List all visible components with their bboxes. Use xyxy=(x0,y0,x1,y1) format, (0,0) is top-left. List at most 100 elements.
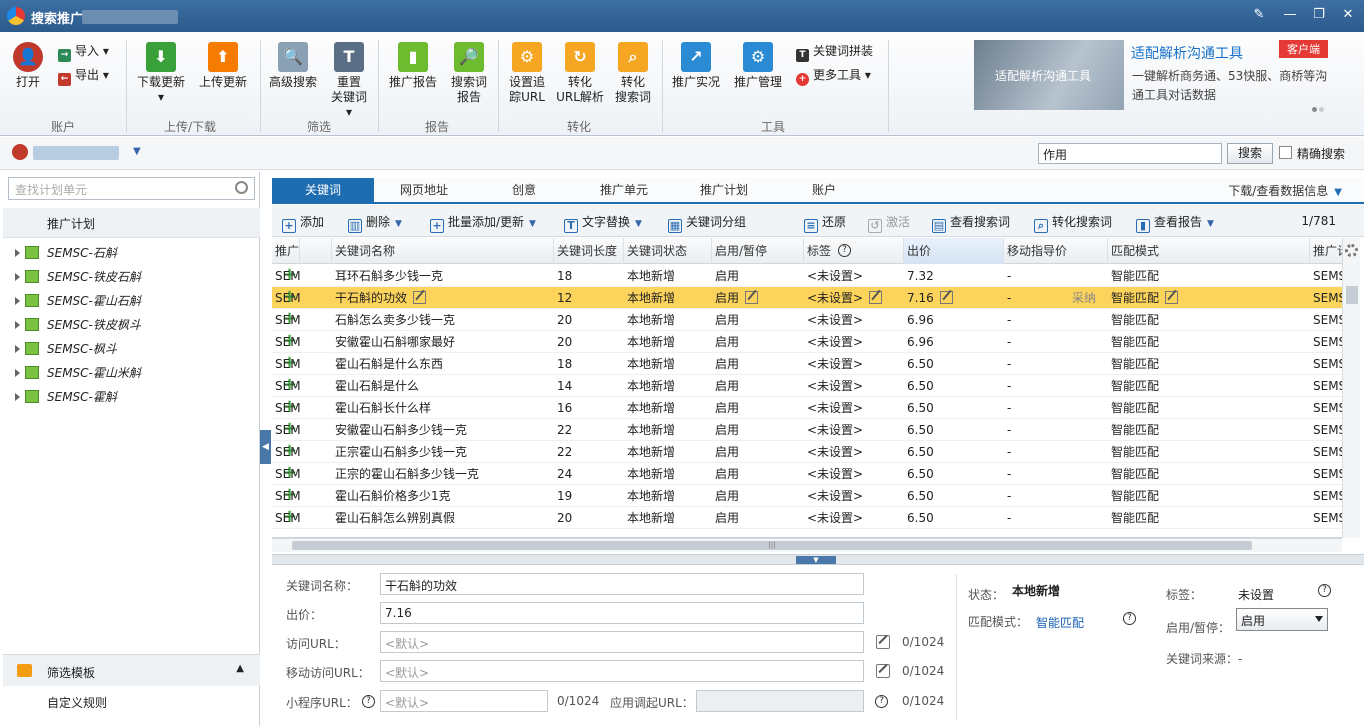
account-selector[interactable] xyxy=(33,146,119,160)
table-cell[interactable]: 本地新增 xyxy=(624,331,712,353)
custom-rule-item[interactable]: 自定义规则 xyxy=(3,694,260,711)
table-row[interactable]: +安徽霍山石斛多少钱一克22本地新增启用<未设置>6.50-智能匹配SEMSC-… xyxy=(272,419,1342,441)
table-cell[interactable]: SEM xyxy=(272,507,301,529)
table-cell[interactable]: SEMSC-霍山石... xyxy=(1310,507,1342,529)
table-cell[interactable]: <未设置> xyxy=(804,331,904,353)
expand-arrow-icon[interactable] xyxy=(15,321,20,329)
table-cell[interactable]: 20 xyxy=(554,507,624,529)
tab-creative[interactable]: 创意 xyxy=(474,178,574,203)
table-row[interactable]: +霍山石斛是什么14本地新增启用<未设置>6.50-智能匹配SEMSC-霍山石.… xyxy=(272,375,1342,397)
splitter-handle[interactable]: ▼ xyxy=(796,556,836,564)
table-cell[interactable]: 22 xyxy=(554,419,624,441)
table-cell[interactable]: <未设置> xyxy=(804,419,904,441)
table-cell[interactable]: - xyxy=(1004,419,1108,441)
plan-tree-item[interactable]: SEMSC-石斛 xyxy=(15,242,117,264)
table-cell[interactable]: 20 xyxy=(554,331,624,353)
plan-tree-item[interactable]: SEMSC-霍山石斛 xyxy=(15,290,141,312)
restore-button[interactable]: ≡ 还原 xyxy=(804,213,846,233)
table-cell[interactable]: 6.50 xyxy=(904,419,1004,441)
tab-keyword[interactable]: 关键词 xyxy=(272,178,374,203)
mobile-url-input[interactable]: <默认> xyxy=(380,660,864,682)
table-cell[interactable]: 智能匹配 xyxy=(1108,397,1310,419)
table-cell[interactable]: SEMSC-霍山石... xyxy=(1310,375,1342,397)
grid-column-header[interactable]: 关键词长度 xyxy=(554,238,624,264)
table-row[interactable]: +石斛怎么卖多少钱一克20本地新增启用<未设置>6.96-智能匹配SEMSC-石… xyxy=(272,309,1342,331)
grid-column-header[interactable]: 关键词状态 xyxy=(624,238,712,264)
table-cell[interactable]: 智能匹配 xyxy=(1108,507,1310,529)
table-row[interactable]: +耳环石斛多少钱一克18本地新增启用<未设置>7.32-智能匹配SEMSC-石斛… xyxy=(272,265,1342,287)
table-cell[interactable]: 启用 xyxy=(712,353,804,375)
table-cell[interactable]: 智能匹配 xyxy=(1108,463,1310,485)
table-cell[interactable]: SEMSC-霍山石... xyxy=(1310,419,1342,441)
table-cell[interactable]: SEM xyxy=(272,287,301,309)
adopt-suggestion-label[interactable]: 采纳 xyxy=(1072,287,1096,309)
table-cell[interactable]: 安徽霍山石斛哪家最好 xyxy=(332,331,554,353)
scroll-thumb[interactable] xyxy=(1346,286,1358,304)
table-cell[interactable]: SEMSC-石斛 xyxy=(1310,265,1342,287)
reset-keyword-button[interactable]: T 重置 关键词 ▾ xyxy=(326,42,372,120)
plan-tree-item[interactable]: SEMSC-霍山米斛 xyxy=(15,362,141,384)
table-cell[interactable]: 智能匹配 xyxy=(1108,419,1310,441)
table-cell[interactable]: SEM xyxy=(272,463,301,485)
edit-icon[interactable]: ✎ xyxy=(1250,6,1268,24)
table-cell[interactable]: 18 xyxy=(554,265,624,287)
visit-url-input[interactable]: <默认> xyxy=(380,631,864,653)
table-cell[interactable]: - xyxy=(1004,353,1108,375)
table-cell[interactable]: 启用 xyxy=(712,419,804,441)
table-cell[interactable]: SEM xyxy=(272,485,301,507)
table-cell[interactable]: 智能匹配 xyxy=(1108,353,1310,375)
more-tools-button[interactable]: + 更多工具 ▾ xyxy=(796,66,871,86)
table-cell[interactable]: 本地新增 xyxy=(624,485,712,507)
table-cell[interactable]: 本地新增 xyxy=(624,287,712,309)
table-cell[interactable]: 本地新增 xyxy=(624,507,712,529)
table-cell[interactable]: 7.32 xyxy=(904,265,1004,287)
upload-update-button[interactable]: ⬆ 上传更新 xyxy=(196,42,250,90)
table-cell[interactable]: 智能匹配 xyxy=(1108,441,1310,463)
table-cell[interactable]: <未设置> xyxy=(804,441,904,463)
set-track-url-button[interactable]: ⚙ 设置追 踪URL xyxy=(504,42,550,105)
table-cell[interactable]: 22 xyxy=(554,441,624,463)
table-cell[interactable]: SEM xyxy=(272,375,301,397)
table-cell[interactable]: SEM xyxy=(272,265,301,287)
table-cell[interactable]: - xyxy=(1004,463,1108,485)
edit-pencil-icon[interactable] xyxy=(745,291,759,304)
table-row[interactable]: +霍山石斛是什么东西18本地新增启用<未设置>6.50-智能匹配SEMSC-霍山… xyxy=(272,353,1342,375)
table-cell[interactable]: <未设置> xyxy=(804,353,904,375)
plan-search-input[interactable]: 查找计划单元 xyxy=(8,177,255,200)
table-cell[interactable]: 14 xyxy=(554,375,624,397)
edit-pencil-icon[interactable] xyxy=(869,291,883,304)
table-cell[interactable]: 本地新增 xyxy=(624,397,712,419)
table-cell[interactable]: <未设置> xyxy=(804,397,904,419)
grid-column-header[interactable]: 标签 xyxy=(804,238,904,264)
table-cell[interactable]: <未设置> xyxy=(804,309,904,331)
table-cell[interactable]: SEMSC-霍山石... xyxy=(1310,353,1342,375)
table-cell[interactable]: 智能匹配 xyxy=(1108,287,1310,309)
table-cell[interactable]: 20 xyxy=(554,309,624,331)
table-cell[interactable]: 19 xyxy=(554,485,624,507)
table-cell[interactable]: 启用 xyxy=(712,485,804,507)
table-row[interactable]: +正宗霍山石斛多少钱一克22本地新增启用<未设置>6.50-智能匹配SEMSC-… xyxy=(272,441,1342,463)
table-cell[interactable]: 启用 xyxy=(712,375,804,397)
table-cell[interactable]: - xyxy=(1004,441,1108,463)
open-mobile-link-icon[interactable] xyxy=(876,664,890,678)
plan-tree-item[interactable]: SEMSC-枫斗 xyxy=(15,338,117,360)
grid-column-header[interactable]: 匹配模式 xyxy=(1108,238,1310,264)
expand-arrow-icon[interactable] xyxy=(15,249,20,257)
table-cell[interactable]: <未设置> xyxy=(804,463,904,485)
table-cell[interactable]: 启用 xyxy=(712,265,804,287)
expand-arrow-icon[interactable] xyxy=(15,273,20,281)
edit-pencil-icon[interactable] xyxy=(939,291,953,304)
import-button[interactable]: → 导入 ▾ xyxy=(58,42,109,62)
close-icon[interactable]: ✕ xyxy=(1339,6,1357,24)
table-cell[interactable]: 启用 xyxy=(712,287,804,309)
view-report-button[interactable]: ▮ 查看报告 ▼ xyxy=(1136,213,1214,233)
table-cell[interactable]: SEMSC-霍山石... xyxy=(1310,441,1342,463)
table-cell[interactable]: 18 xyxy=(554,353,624,375)
bid-input[interactable]: 7.16 xyxy=(380,602,864,624)
caret-up-icon[interactable]: ▲ xyxy=(236,663,244,674)
table-cell[interactable]: SEM xyxy=(272,397,301,419)
grid-column-header[interactable]: 启用/暂停 xyxy=(712,238,804,264)
table-cell[interactable]: 耳环石斛多少钱一克 xyxy=(332,265,554,287)
export-button[interactable]: ← 导出 ▾ xyxy=(58,66,109,86)
search-input[interactable]: 作用 xyxy=(1038,143,1222,164)
